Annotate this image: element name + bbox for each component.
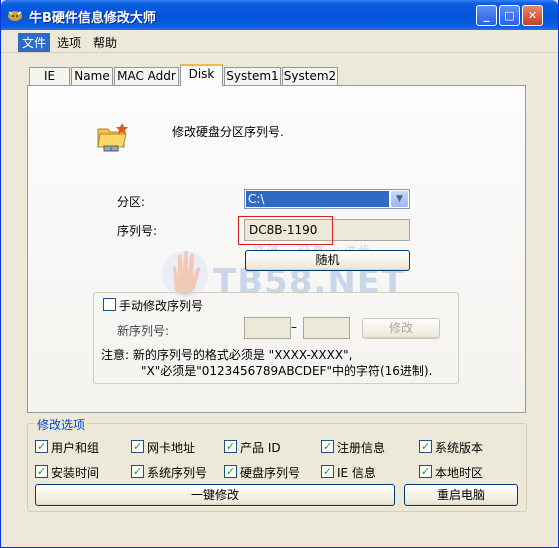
panel-description: 修改硬盘分区序列号.	[172, 125, 284, 139]
partition-label: 分区:	[117, 195, 146, 209]
new-serial-part1-input[interactable]	[244, 317, 291, 339]
checkmark-icon: ✓	[36, 465, 47, 478]
checkmark-icon: ✓	[225, 465, 236, 478]
option-registration-checkbox[interactable]: ✓	[321, 440, 334, 453]
option-install-time-checkbox[interactable]: ✓	[35, 465, 48, 478]
option-ie-info-label: IE 信息	[337, 466, 376, 480]
option-users-groups-label: 用户和组	[51, 441, 100, 455]
one-click-modify-button[interactable]: 一键修改	[35, 484, 395, 506]
checkmark-icon: ✓	[420, 465, 431, 478]
folder-network-disk-icon	[97, 123, 128, 152]
option-mac-address-label: 网卡地址	[147, 441, 196, 455]
serial-dash: –	[291, 320, 297, 334]
tab-system1[interactable]: System1	[224, 67, 281, 85]
title-bar[interactable]: 牛B硬件信息修改大师 _ □ ✕	[1, 0, 558, 30]
manual-edit-label: 手动修改序列号	[119, 299, 204, 313]
option-ie-info-checkbox[interactable]: ✓	[321, 465, 334, 478]
cow-app-icon	[8, 11, 22, 21]
option-timezone-label: 本地时区	[435, 466, 484, 480]
options-group-title: 修改选项	[35, 416, 88, 433]
tab-name[interactable]: Name	[71, 67, 113, 85]
restart-computer-button[interactable]: 重启电脑	[404, 484, 518, 506]
new-serial-label: 新序列号:	[117, 324, 170, 338]
checkmark-icon: ✓	[132, 465, 143, 478]
new-serial-part2-input[interactable]	[303, 317, 350, 339]
chevron-down-icon[interactable]: ▼	[391, 191, 408, 207]
checkmark-icon: ✓	[132, 440, 143, 453]
partition-select-value: C:\	[246, 191, 389, 207]
option-users-groups-checkbox[interactable]: ✓	[35, 440, 48, 453]
note-line-1: 注意: 新的序列号的格式必须是 "XXXX-XXXX",	[101, 348, 353, 362]
maximize-button[interactable]: □	[499, 5, 520, 26]
option-install-time-label: 安装时间	[51, 466, 100, 480]
checkmark-icon: ✓	[225, 440, 236, 453]
tab-ie[interactable]: IE	[29, 67, 70, 85]
checkmark-icon: ✓	[420, 440, 431, 453]
option-timezone-checkbox[interactable]: ✓	[419, 465, 432, 478]
option-registration-label: 注册信息	[337, 441, 386, 455]
tab-mac-addr[interactable]: MAC Addr	[114, 67, 179, 85]
option-os-version-label: 系统版本	[435, 441, 484, 455]
serial-label: 序列号:	[117, 224, 158, 238]
checkmark-icon: ✓	[322, 465, 333, 478]
option-product-id-checkbox[interactable]: ✓	[224, 440, 237, 453]
random-button[interactable]: 随机	[245, 250, 410, 271]
tab-system2[interactable]: System2	[282, 67, 338, 85]
menu-help[interactable]: 帮助	[89, 33, 121, 52]
menu-bar: 文件 选项 帮助	[1, 30, 558, 53]
menu-options[interactable]: 选项	[53, 33, 85, 52]
partition-select[interactable]: C:\ ▼	[244, 189, 410, 209]
note-line-2: "X"必须是"0123456789ABCDEF"中的字符(16进制).	[141, 364, 433, 378]
option-disk-serial-label: 硬盘序列号	[240, 466, 301, 480]
modify-button[interactable]: 修改	[362, 318, 440, 339]
option-system-serial-label: 系统序列号	[147, 466, 208, 480]
option-os-version-checkbox[interactable]: ✓	[419, 440, 432, 453]
manual-edit-checkbox[interactable]	[103, 298, 116, 311]
close-button[interactable]: ✕	[522, 5, 543, 26]
tab-disk[interactable]: Disk	[180, 64, 223, 86]
checkmark-icon: ✓	[36, 440, 47, 453]
option-product-id-label: 产品 ID	[240, 441, 281, 455]
menu-file[interactable]: 文件	[18, 33, 51, 52]
window-title: 牛B硬件信息修改大师	[29, 11, 156, 26]
minimize-button[interactable]: _	[476, 5, 497, 26]
option-system-serial-checkbox[interactable]: ✓	[131, 465, 144, 478]
option-mac-address-checkbox[interactable]: ✓	[131, 440, 144, 453]
option-disk-serial-checkbox[interactable]: ✓	[224, 465, 237, 478]
serial-highlight-box	[238, 216, 333, 245]
main-window: 牛B硬件信息修改大师 _ □ ✕ 文件 选项 帮助 IE Name MAC Ad…	[0, 0, 559, 548]
checkmark-icon: ✓	[322, 440, 333, 453]
